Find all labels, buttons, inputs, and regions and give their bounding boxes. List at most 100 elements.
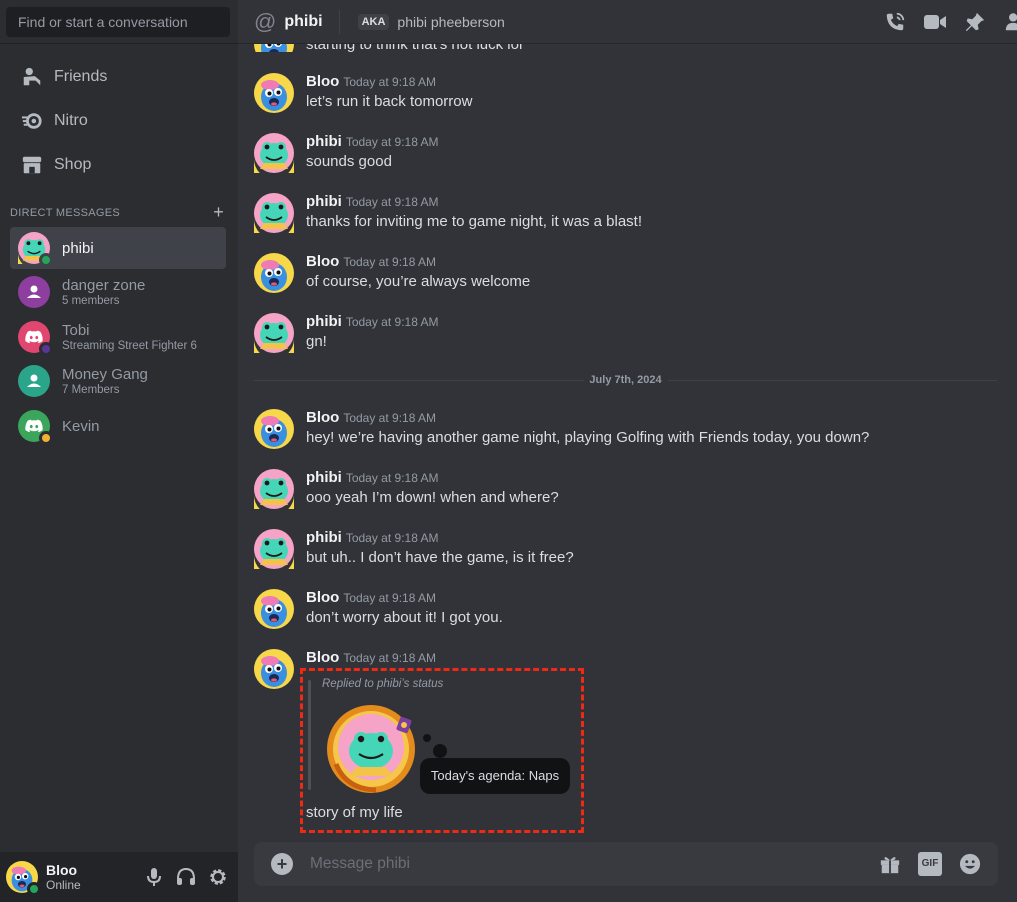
dm-name: danger zone xyxy=(62,277,146,294)
composer-toolbar: GIF xyxy=(878,852,982,876)
voice-call-icon[interactable] xyxy=(883,10,907,34)
message-author[interactable]: phibi xyxy=(306,529,342,546)
avatar[interactable] xyxy=(254,649,294,689)
dm-item-tobi[interactable]: Tobi Streaming Street Fighter 6 xyxy=(10,316,226,358)
avatar xyxy=(18,410,53,445)
avatar[interactable] xyxy=(254,253,294,293)
header-divider xyxy=(338,9,340,34)
message-timestamp: Today at 9:18 AM xyxy=(345,195,439,209)
dm-name: phibi xyxy=(62,239,94,257)
group-avatar xyxy=(18,276,50,308)
emoji-icon[interactable] xyxy=(958,852,982,876)
message-composer[interactable]: + Message phibi GIF xyxy=(254,842,998,886)
dm-item-phibi[interactable]: phibi xyxy=(10,227,226,269)
message-text: but uh.. I don’t have the game, is it fr… xyxy=(306,549,574,566)
nav-label-friends: Friends xyxy=(54,68,108,85)
message-author[interactable]: phibi xyxy=(306,133,342,150)
aka-name: phibi pheeberson xyxy=(397,13,505,30)
streaming-status-icon xyxy=(39,342,53,356)
avatar[interactable] xyxy=(254,529,294,569)
message-author[interactable]: Bloo xyxy=(306,253,339,270)
nav-label-shop: Shop xyxy=(54,156,92,173)
message-timestamp: Today at 9:18 AM xyxy=(345,471,439,485)
aka-badge: AKA xyxy=(357,13,390,30)
message-author[interactable]: Bloo xyxy=(306,409,339,426)
avatar[interactable] xyxy=(254,73,294,113)
avatar[interactable] xyxy=(254,409,294,449)
search-input[interactable]: Find or start a conversation xyxy=(6,7,230,37)
message-author[interactable]: phibi xyxy=(306,313,342,330)
direct-messages-header: DIRECT MESSAGES + xyxy=(10,202,226,223)
online-status-icon xyxy=(27,882,41,896)
message-timestamp: Today at 9:18 AM xyxy=(343,411,437,425)
dm-item-kevin[interactable]: Kevin xyxy=(10,405,226,447)
avatar[interactable] xyxy=(254,193,294,233)
message-text: hey! we’re having another game night, pl… xyxy=(306,429,870,446)
user-name: Bloo xyxy=(46,862,78,878)
add-friends-to-dm-icon[interactable] xyxy=(1003,10,1017,34)
dm-item-danger-zone[interactable]: danger zone 5 members xyxy=(10,271,226,313)
avatar[interactable] xyxy=(254,133,294,173)
direct-messages-label: DIRECT MESSAGES xyxy=(10,206,121,219)
dm-name: Money Gang xyxy=(62,366,148,383)
shop-icon xyxy=(20,153,44,177)
message-text: ooo yeah I’m down! when and where? xyxy=(306,489,559,506)
avatar[interactable] xyxy=(254,313,294,353)
avatar xyxy=(18,232,53,264)
message-timestamp: Today at 9:18 AM xyxy=(345,531,439,545)
message-timestamp: Today at 9:18 AM xyxy=(343,591,437,605)
avatar[interactable] xyxy=(254,469,294,509)
dm-name: Tobi xyxy=(62,322,90,339)
nav-item-shop[interactable]: Shop xyxy=(10,145,226,185)
gift-icon[interactable] xyxy=(878,852,902,876)
message-timestamp: Today at 9:18 AM xyxy=(343,255,437,269)
headphones-icon[interactable] xyxy=(176,865,196,889)
message-text: gn! xyxy=(306,333,327,350)
message-author[interactable]: Bloo xyxy=(306,589,339,606)
message-input[interactable]: Message phibi xyxy=(310,855,410,873)
message-author[interactable]: Bloo xyxy=(306,649,339,666)
date-divider-label: July 7th, 2024 xyxy=(583,374,668,386)
message-text: of course, you’re always welcome xyxy=(306,273,531,290)
user-avatar[interactable] xyxy=(6,861,41,896)
friends-icon xyxy=(20,65,44,89)
microphone-icon[interactable] xyxy=(144,865,164,889)
chat-header: @ phibi AKA phibi pheeberson xyxy=(238,0,1017,44)
nitro-icon xyxy=(20,109,44,133)
nav-item-nitro[interactable]: Nitro xyxy=(10,101,226,141)
user-status: Online xyxy=(46,878,81,892)
highlight-annotation-box xyxy=(300,668,584,833)
partial-message-text: starting to think that's not luck lol xyxy=(306,44,523,53)
dm-subtext: 7 Members xyxy=(62,384,120,396)
message-timestamp: Today at 9:18 AM xyxy=(343,75,437,89)
channel-name[interactable]: phibi xyxy=(284,13,322,31)
video-call-icon[interactable] xyxy=(923,10,947,34)
discord-app: Find or start a conversation Friends Nit… xyxy=(0,0,1017,902)
message-author[interactable]: phibi xyxy=(306,193,342,210)
message-text: sounds good xyxy=(306,153,392,170)
search-wrapper: Find or start a conversation xyxy=(0,0,238,44)
message-timestamp: Today at 9:18 AM xyxy=(345,135,439,149)
nav-item-friends[interactable]: Friends xyxy=(10,57,226,97)
gif-label: GIF xyxy=(918,852,942,876)
dm-name: Kevin xyxy=(62,417,100,435)
upload-plus-button[interactable]: + xyxy=(271,853,293,875)
avatar xyxy=(18,321,53,356)
message-text: don’t worry about it! I got you. xyxy=(306,609,503,626)
dm-subtext: Streaming Street Fighter 6 xyxy=(62,340,197,352)
create-dm-plus-icon[interactable]: + xyxy=(213,202,224,223)
message-author[interactable]: phibi xyxy=(306,469,342,486)
pinned-messages-icon[interactable] xyxy=(963,10,987,34)
message-list[interactable]: starting to think that's not luck lol Bl… xyxy=(238,44,1017,842)
message-author[interactable]: Bloo xyxy=(306,73,339,90)
header-toolbar xyxy=(883,10,1017,34)
settings-gear-icon[interactable] xyxy=(208,865,228,889)
message-text: let’s run it back tomorrow xyxy=(306,93,473,110)
gif-picker-icon[interactable]: GIF xyxy=(918,852,942,876)
message-timestamp: Today at 9:18 AM xyxy=(345,315,439,329)
group-avatar xyxy=(18,365,50,397)
partial-avatar xyxy=(254,44,294,52)
message-text: thanks for inviting me to game night, it… xyxy=(306,213,642,230)
avatar[interactable] xyxy=(254,589,294,629)
dm-item-money-gang[interactable]: Money Gang 7 Members xyxy=(10,360,226,402)
